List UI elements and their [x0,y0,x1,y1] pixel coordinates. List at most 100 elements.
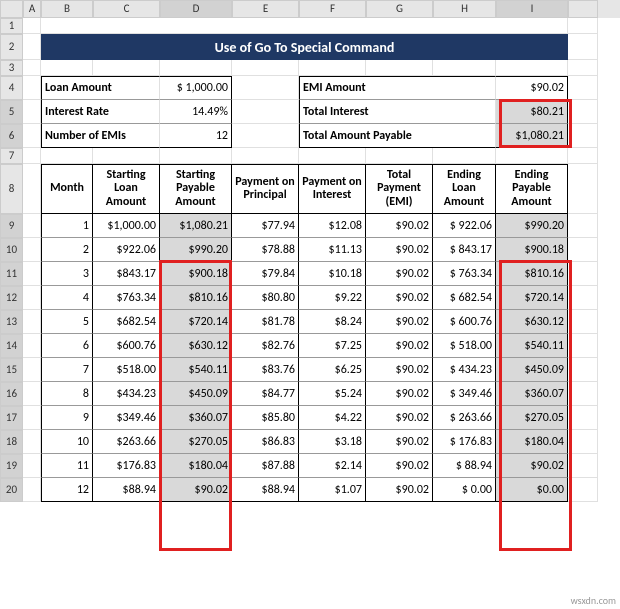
cell[interactable] [23,34,41,60]
emi-value[interactable]: $90.02 [496,76,568,100]
row-header-19[interactable]: 19 [0,454,23,478]
cell[interactable] [568,124,598,148]
cell[interactable] [23,238,41,262]
row-header-13[interactable]: 13 [0,310,23,334]
cell[interactable] [23,100,41,124]
cell-end-payable[interactable]: $630.12 [496,310,568,334]
cell-start-loan[interactable]: $922.06 [93,238,160,262]
cell[interactable] [568,286,598,310]
col-header-E[interactable]: E [232,0,299,18]
cell-pay-principal[interactable]: $77.94 [232,214,299,238]
cell-end-payable[interactable]: $450.09 [496,358,568,382]
cell[interactable] [232,124,299,148]
cell-start-payable[interactable]: $360.07 [160,406,232,430]
cell[interactable] [23,310,41,334]
cell[interactable] [568,430,598,454]
cell-pay-interest[interactable]: $7.25 [299,334,366,358]
cell-start-loan[interactable]: $682.54 [93,310,160,334]
hdr-end-payable[interactable]: Ending Payable Amount [496,164,568,214]
cell-end-payable[interactable]: $990.20 [496,214,568,238]
cell[interactable] [568,18,598,34]
cell-pay-interest[interactable]: $10.18 [299,262,366,286]
hdr-start-payable[interactable]: Starting Payable Amount [160,164,232,214]
num-emis-label[interactable]: Number of EMIs [41,124,160,148]
cell[interactable] [23,358,41,382]
cell-start-loan[interactable]: $349.46 [93,406,160,430]
cell-total-payment[interactable]: $90.02 [366,214,433,238]
cell-end-payable[interactable]: $540.11 [496,334,568,358]
cell-total-payment[interactable]: $90.02 [366,406,433,430]
row-header-8[interactable]: 8 [0,164,23,214]
cell-pay-interest[interactable]: $11.13 [299,238,366,262]
cell[interactable] [41,18,568,34]
cell-end-payable[interactable]: $810.16 [496,262,568,286]
cell-month[interactable]: 5 [41,310,93,334]
loan-amount-value[interactable]: $ 1,000.00 [160,76,232,100]
row-header-4[interactable]: 4 [0,76,23,100]
row-header-14[interactable]: 14 [0,334,23,358]
cell[interactable] [299,148,366,164]
cell[interactable] [299,60,366,76]
cell[interactable] [568,406,598,430]
hdr-pay-interest[interactable]: Payment on Interest [299,164,366,214]
cell-end-payable[interactable]: $0.00 [496,478,568,502]
cell-pay-principal[interactable]: $85.80 [232,406,299,430]
loan-amount-label[interactable]: Loan Amount [41,76,160,100]
cell[interactable] [568,76,598,100]
cell-total-payment[interactable]: $90.02 [366,286,433,310]
col-header-B[interactable]: B [41,0,93,18]
cell-start-loan[interactable]: $843.17 [93,262,160,286]
cell-start-loan[interactable]: $600.76 [93,334,160,358]
cell[interactable] [568,214,598,238]
row-header-6[interactable]: 6 [0,124,23,148]
cell-total-payment[interactable]: $90.02 [366,430,433,454]
hdr-total-payment[interactable]: Total Payment (EMI) [366,164,433,214]
cell[interactable] [160,148,232,164]
cell-total-payment[interactable]: $90.02 [366,334,433,358]
cell[interactable] [568,34,598,60]
cell[interactable] [23,262,41,286]
cell-month[interactable]: 12 [41,478,93,502]
row-header-10[interactable]: 10 [0,238,23,262]
row-header-9[interactable]: 9 [0,214,23,238]
cell[interactable] [23,124,41,148]
col-header-C[interactable]: C [93,0,160,18]
cell[interactable] [232,100,299,124]
row-header-12[interactable]: 12 [0,286,23,310]
cell[interactable] [160,60,232,76]
cell-pay-principal[interactable]: $84.77 [232,382,299,406]
total-payable-label[interactable]: Total Amount Payable [299,124,496,148]
row-header-1[interactable]: 1 [0,18,23,34]
cell-pay-interest[interactable]: $4.22 [299,406,366,430]
cell-pay-principal[interactable]: $83.76 [232,358,299,382]
cell-total-payment[interactable]: $90.02 [366,382,433,406]
cell[interactable] [23,454,41,478]
cell-total-payment[interactable]: $90.02 [366,262,433,286]
cell[interactable] [23,76,41,100]
cell-start-payable[interactable]: $1,080.21 [160,214,232,238]
hdr-pay-principal[interactable]: Payment on Principal [232,164,299,214]
cell[interactable] [23,430,41,454]
cell-start-loan[interactable]: $263.66 [93,430,160,454]
cell-end-payable[interactable]: $180.04 [496,430,568,454]
cell-end-loan[interactable]: $ 176.83 [433,430,496,454]
row-header-3[interactable]: 3 [0,60,23,76]
cell-end-loan[interactable]: $ 518.00 [433,334,496,358]
cell[interactable] [23,60,41,76]
col-header-H[interactable]: H [433,0,496,18]
cell-month[interactable]: 4 [41,286,93,310]
cell[interactable] [568,382,598,406]
cell-end-payable[interactable]: $270.05 [496,406,568,430]
cell[interactable] [23,148,41,164]
emi-label[interactable]: EMI Amount [299,76,496,100]
row-header-2[interactable]: 2 [0,34,23,60]
row-header-15[interactable]: 15 [0,358,23,382]
cell-start-payable[interactable]: $990.20 [160,238,232,262]
cell-pay-interest[interactable]: $12.08 [299,214,366,238]
hdr-end-loan[interactable]: Ending Loan Amount [433,164,496,214]
cell[interactable] [23,18,41,34]
hdr-start-loan[interactable]: Starting Loan Amount [93,164,160,214]
cell-month[interactable]: 7 [41,358,93,382]
cell[interactable] [366,148,433,164]
col-header-D[interactable]: D [160,0,232,18]
